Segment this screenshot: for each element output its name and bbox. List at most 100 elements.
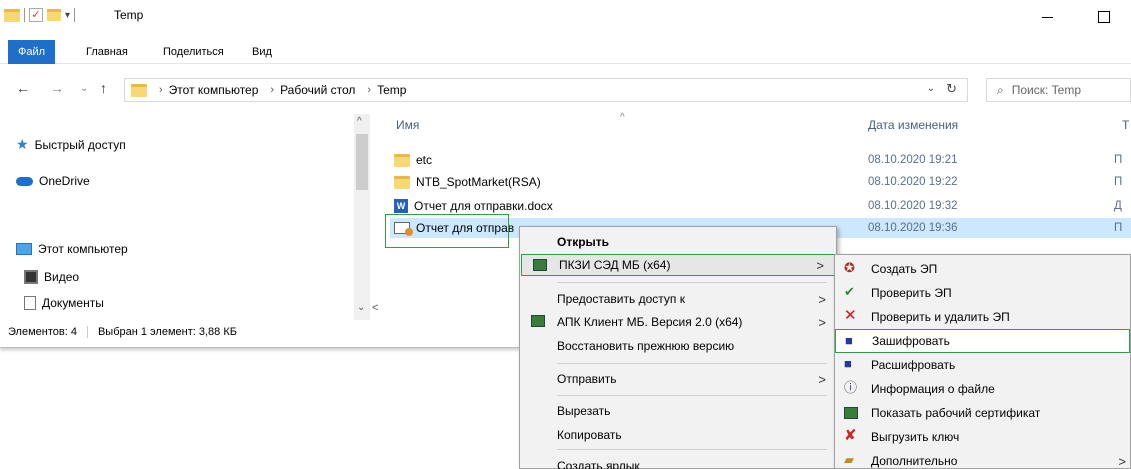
chevron-right-icon[interactable]: › [367, 84, 371, 96]
submenu-item-show-certificate[interactable]: Показать рабочий сертификат [835, 401, 1130, 425]
submenu-item-more[interactable]: ▰ Дополнительно > [835, 449, 1130, 469]
nav-item-documents[interactable]: Документы [24, 296, 104, 310]
file-date: 08.10.2020 19:22 [868, 176, 958, 188]
check-signature-icon: ✔ [844, 284, 855, 299]
nav-pane-scrollbar[interactable]: ^ ⌄ [354, 114, 370, 320]
file-name: NTB_SpotMarket(RSA) [416, 175, 541, 189]
context-menu: Открыть ПКЗИ СЭД МБ (x64) > Предоставить… [519, 226, 837, 469]
menu-item-cut[interactable]: Вырезать [520, 400, 836, 422]
title-bar: ✓ ▾ Temp [0, 0, 1131, 32]
file-row[interactable]: etc 08.10.2020 19:21 П [390, 150, 1131, 170]
back-arrow-icon[interactable]: ← [16, 80, 30, 96]
info-icon: ⓘ [844, 380, 858, 395]
computer-icon [16, 243, 32, 255]
menu-item-apk-client[interactable]: АПК Клиент МБ. Версия 2.0 (x64) > [520, 311, 836, 333]
file-date: 08.10.2020 19:36 [868, 222, 958, 234]
menu-separator [557, 449, 827, 450]
nav-item-quick-access[interactable]: ★ Быстрый доступ [16, 136, 126, 153]
file-date: 08.10.2020 19:21 [868, 154, 958, 166]
tab-file[interactable]: Файл [8, 40, 56, 64]
submenu-item-file-info[interactable]: ⓘ Информация о файле [835, 377, 1130, 401]
column-header-date[interactable]: Дата изменения [868, 118, 958, 132]
file-name: etc [416, 153, 433, 167]
chevron-right-icon: > [818, 371, 826, 387]
nav-item-this-pc[interactable]: Этот компьютер [16, 242, 128, 256]
scroll-left-icon[interactable]: < [372, 302, 378, 314]
tab-home[interactable]: Главная [76, 40, 138, 64]
cloud-icon [16, 176, 33, 186]
open-folder-icon: ▰ [844, 452, 854, 467]
submenu-item-verify-remove-signature[interactable]: ✕ Проверить и удалить ЭП [835, 305, 1130, 329]
file-type: П [1114, 176, 1123, 188]
tab-share[interactable]: Поделиться [153, 40, 234, 64]
properties-icon[interactable]: ✓ [29, 8, 43, 22]
nav-item-label: Этот компьютер [38, 242, 128, 256]
menu-separator [557, 282, 827, 283]
submenu-item-encrypt[interactable]: ■ Зашифровать [835, 329, 1130, 353]
file-row[interactable]: NTB_SpotMarket(RSA) 08.10.2020 19:22 П [390, 172, 1131, 192]
chevron-right-icon[interactable]: › [270, 84, 274, 96]
file-name: Отчет для отправки.docx [414, 199, 553, 213]
file-row[interactable]: W Отчет для отправки.docx 08.10.2020 19:3… [390, 196, 1131, 216]
breadcrumb-this-pc[interactable]: Этот компьютер [169, 83, 259, 97]
menu-item-share[interactable]: Предоставить доступ к > [520, 288, 836, 310]
minimize-button[interactable] [1038, 6, 1058, 26]
selection-highlight [385, 214, 509, 248]
sort-ascending-icon: ^ [620, 112, 625, 123]
folder-icon [394, 175, 410, 189]
chevron-down-icon[interactable]: ⌄ [927, 83, 935, 94]
menu-separator [557, 395, 827, 396]
menu-item-pkzi[interactable]: ПКЗИ СЭД МБ (x64) > [521, 254, 835, 276]
quick-access-toolbar: ✓ ▾ [4, 8, 76, 22]
recent-locations-icon[interactable]: ⌄ [80, 83, 88, 94]
maximize-button[interactable] [1094, 6, 1114, 26]
file-type: П [1114, 154, 1123, 166]
divider [86, 326, 88, 338]
chevron-up-icon[interactable]: ^ [357, 116, 362, 127]
column-header-name[interactable]: Имя [396, 118, 419, 132]
seal-icon: ✪ [844, 260, 855, 275]
file-type: Д [1114, 200, 1122, 212]
tab-view[interactable]: Вид [242, 40, 282, 64]
menu-item-open[interactable]: Открыть [520, 231, 836, 253]
search-input[interactable]: ⌕ Поиск: Temp [986, 78, 1131, 102]
submenu-item-export-key[interactable]: ✘ Выгрузить ключ [835, 425, 1130, 449]
chevron-down-icon[interactable]: ⌄ [357, 302, 365, 313]
submenu-item-create-signature[interactable]: ✪ Создать ЭП [835, 257, 1130, 281]
nav-item-onedrive[interactable]: OneDrive [16, 174, 90, 188]
video-icon [24, 270, 38, 284]
menu-item-copy[interactable]: Копировать [520, 424, 836, 446]
forward-arrow-icon[interactable]: → [50, 80, 64, 96]
breadcrumb-temp[interactable]: Temp [377, 83, 406, 97]
column-header-type[interactable]: Т [1122, 118, 1129, 132]
item-count: Элементов: 4 [8, 326, 77, 338]
customize-toolbar-icon[interactable]: ▾ [65, 10, 70, 21]
menu-item-restore-version[interactable]: Восстановить прежнюю версию [520, 335, 836, 357]
menu-item-create-shortcut[interactable]: Создать ярлык [520, 455, 836, 469]
submenu-item-decrypt[interactable]: ■ Расшифровать [835, 353, 1130, 377]
nav-item-label: Быстрый доступ [34, 137, 126, 152]
document-icon [24, 296, 36, 310]
nav-item-label: Документы [42, 296, 104, 310]
folder-icon [394, 153, 410, 167]
pkzi-submenu: ✪ Создать ЭП ✔ Проверить ЭП ✕ Проверить … [834, 254, 1131, 469]
key-remove-icon: ✘ [844, 427, 857, 444]
scrollbar-thumb[interactable] [356, 134, 368, 190]
navigation-pane: ★ Быстрый доступ OneDrive Этот компьютер… [0, 114, 372, 320]
menu-item-send-to[interactable]: Отправить > [520, 368, 836, 390]
chevron-right-icon[interactable]: › [159, 84, 163, 96]
nav-item-videos[interactable]: Видео [24, 270, 79, 284]
search-icon: ⌕ [997, 82, 1004, 97]
breadcrumb-desktop[interactable]: Рабочий стол [280, 83, 355, 97]
up-arrow-icon[interactable]: ↑ [100, 80, 107, 96]
submenu-item-verify-signature[interactable]: ✔ Проверить ЭП [835, 281, 1130, 305]
nav-item-label: OneDrive [39, 174, 90, 188]
chevron-right-icon: > [816, 257, 824, 273]
unlock-icon: ■ [844, 356, 852, 371]
chevron-right-icon: > [818, 314, 826, 330]
new-folder-icon[interactable] [47, 9, 61, 21]
divider [74, 8, 76, 22]
refresh-icon[interactable]: ↻ [946, 81, 957, 97]
address-bar[interactable]: › Этот компьютер › Рабочий стол › Temp ⌄… [124, 78, 968, 102]
status-bar: Элементов: 4 Выбран 1 элемент: 3,88 КБ [0, 322, 520, 342]
